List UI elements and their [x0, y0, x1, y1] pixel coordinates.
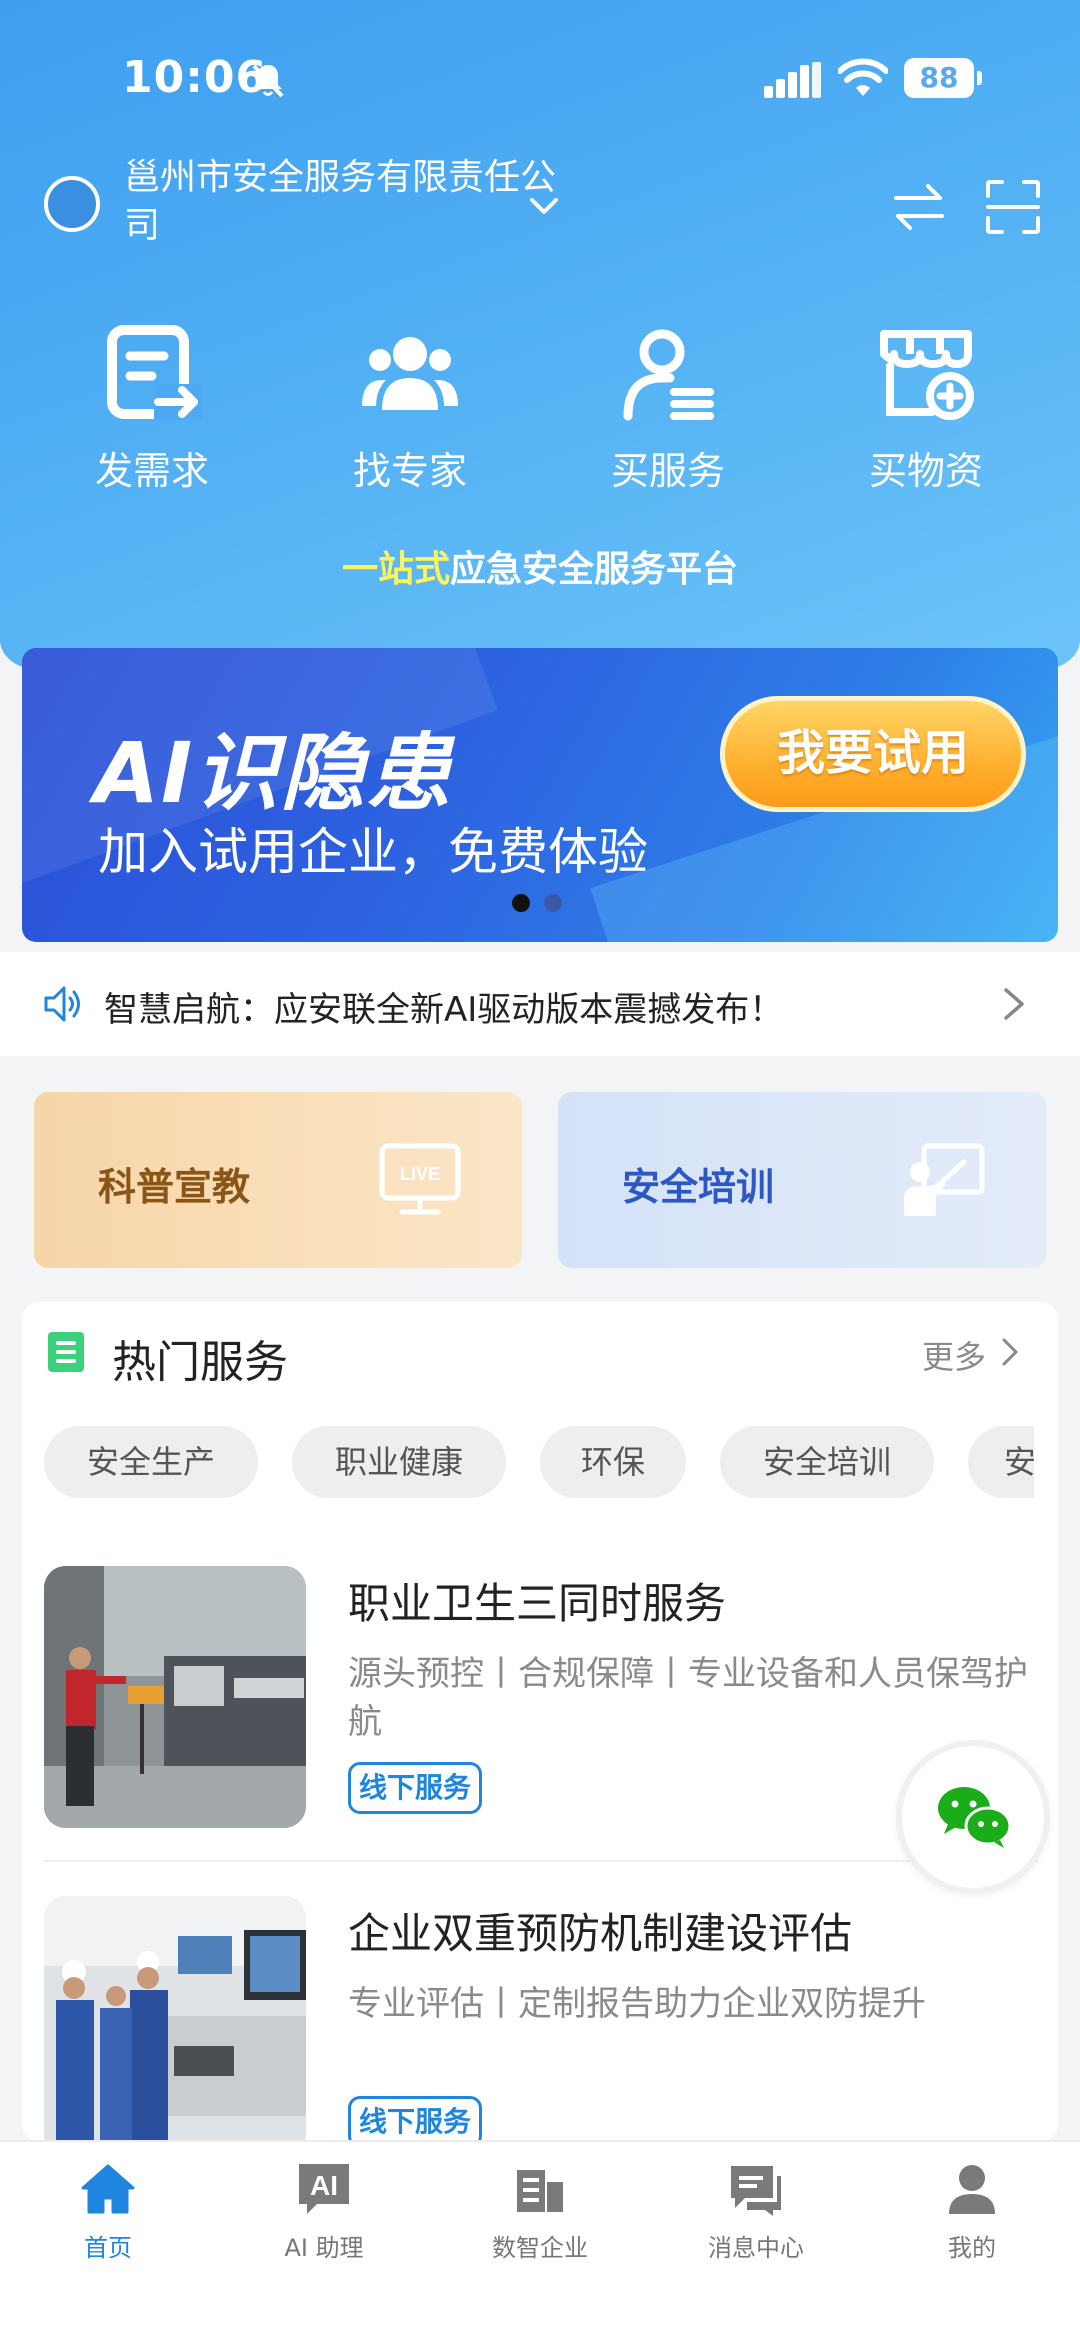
company-logo	[44, 176, 100, 232]
chevron-right-icon[interactable]	[994, 1334, 1026, 1370]
enterprise-icon	[517, 2170, 563, 2212]
carousel-dot	[544, 894, 562, 912]
status-bar: 10:06 88	[0, 40, 1080, 120]
service-type-badge: 线下服务	[348, 1762, 482, 1814]
chip-safety-production[interactable]: 安全生产	[44, 1426, 258, 1498]
announcement-bar[interactable]: 智慧启航：应安联全新AI驱动版本震撼发布！	[0, 952, 1080, 1056]
banner-subtitle: 加入试用企业，免费体验	[98, 823, 648, 881]
teacher-board-icon	[904, 1143, 985, 1216]
quick-actions: 发需求 找专家 买服务 买物资	[0, 320, 1080, 493]
tab-label: 我的	[948, 2234, 996, 2262]
service-title: 企业双重预防机制建设评估	[348, 1909, 853, 1958]
divider	[44, 1860, 1038, 1862]
buy-supplies-icon	[880, 330, 974, 420]
find-expert-icon	[362, 337, 458, 410]
quick-action-label: 买服务	[610, 449, 725, 493]
carousel-dot-active	[512, 894, 530, 912]
service-thumbnail	[44, 1566, 306, 1828]
chip-occupational-health[interactable]: 职业健康	[292, 1426, 506, 1498]
status-time: 10:06	[122, 52, 268, 103]
chip-safety-training[interactable]: 安全培训	[720, 1426, 934, 1498]
promo-banner[interactable]: AI识隐患 加入试用企业，免费体验 我要试用	[22, 648, 1058, 942]
tab-ai-assistant[interactable]: AI AI 助理	[224, 2160, 424, 2280]
quick-action-label: 买物资	[868, 449, 983, 493]
slogan-highlight: 一站式	[341, 549, 450, 590]
quick-action-post-demand[interactable]: 发需求	[52, 320, 252, 493]
carousel-indicator	[512, 894, 572, 914]
live-tv-icon: LIVE	[379, 1143, 461, 1215]
banner-title: AI识隐患	[94, 724, 453, 822]
tab-profile[interactable]: 我的	[872, 2160, 1072, 2280]
svg-text:LIVE: LIVE	[400, 1164, 440, 1184]
service-description: 专业评估丨定制报告助力企业双防提升	[348, 1984, 926, 2024]
chip-environmental[interactable]: 环保	[540, 1426, 686, 1498]
quick-action-label: 找专家	[352, 449, 467, 493]
feature-card-safety-training[interactable]: 安全培训	[558, 1092, 1046, 1268]
switch-icon[interactable]	[890, 178, 948, 236]
more-link[interactable]: 更多	[922, 1332, 986, 1378]
battery-indicator: 88	[904, 58, 982, 98]
wifi-icon	[838, 58, 888, 96]
speaker-icon	[44, 986, 80, 1022]
feature-card-label: 安全培训	[622, 1165, 775, 1209]
chevron-right-icon[interactable]	[994, 984, 1034, 1024]
tab-label: 首页	[84, 2234, 132, 2262]
tab-label: 数智企业	[492, 2234, 588, 2262]
svg-text:AI: AI	[310, 2170, 338, 2201]
message-icon	[731, 2166, 781, 2216]
tab-label: 消息中心	[708, 2234, 804, 2262]
service-card[interactable]: 职业卫生三同时服务 源头预控丨合规保障丨专业设备和人员保驾护航 线下服务	[44, 1566, 1038, 1856]
bottom-tab-bar: 首页 AI AI 助理 数智企业 消息中心 我的	[0, 2140, 1080, 2347]
scan-icon[interactable]	[984, 178, 1042, 236]
feature-card-science-education[interactable]: 科普宣教 LIVE	[34, 1092, 522, 1268]
quick-action-buy-supplies[interactable]: 买物资	[826, 320, 1026, 493]
section-title: 热门服务	[112, 1337, 288, 1388]
platform-slogan: 一站式应急安全服务平台	[0, 540, 1080, 592]
quick-action-label: 发需求	[94, 449, 209, 493]
wechat-contact-button[interactable]	[896, 1740, 1050, 1894]
post-demand-icon	[107, 325, 202, 420]
feature-card-label: 科普宣教	[98, 1165, 251, 1209]
announcement-text: 智慧启航：应安联全新AI驱动版本震撼发布！	[104, 990, 784, 1030]
chevron-down-icon[interactable]	[524, 186, 564, 226]
tab-label: AI 助理	[284, 2234, 364, 2262]
tab-home[interactable]: 首页	[8, 2160, 208, 2280]
home-icon	[81, 2164, 135, 2214]
quick-action-find-expert[interactable]: 找专家	[310, 320, 510, 493]
bell-muted-icon	[252, 64, 284, 98]
tab-message-center[interactable]: 消息中心	[656, 2160, 856, 2280]
ai-assistant-icon: AI	[299, 2164, 349, 2214]
profile-icon	[949, 2165, 995, 2214]
buy-service-icon	[623, 329, 714, 421]
chip-partial[interactable]: 安	[968, 1426, 1034, 1498]
quick-action-buy-service[interactable]: 买服务	[568, 320, 768, 493]
service-description: 源头预控丨合规保障丨专业设备和人员保驾护航	[348, 1654, 1028, 1742]
cellular-signal-icon	[764, 62, 821, 98]
hot-services-section: 热门服务 更多 安全生产 职业健康 环保 安全培训 安 职业卫生三同时服务 源头…	[22, 1302, 1058, 2158]
try-now-button[interactable]: 我要试用	[720, 696, 1026, 812]
company-name[interactable]: 邕州市安全服务有限责任公司	[124, 154, 564, 250]
slogan-text: 应急安全服务平台	[450, 549, 739, 590]
wechat-icon	[938, 1787, 1012, 1848]
list-icon	[48, 1332, 84, 1372]
company-selector[interactable]: 邕州市安全服务有限责任公司	[44, 150, 1044, 260]
tab-digital-enterprise[interactable]: 数智企业	[440, 2160, 640, 2280]
service-title: 职业卫生三同时服务	[348, 1579, 727, 1628]
category-chips: 安全生产 职业健康 环保 安全培训 安	[44, 1426, 1034, 1502]
service-thumbnail	[44, 1896, 306, 2158]
